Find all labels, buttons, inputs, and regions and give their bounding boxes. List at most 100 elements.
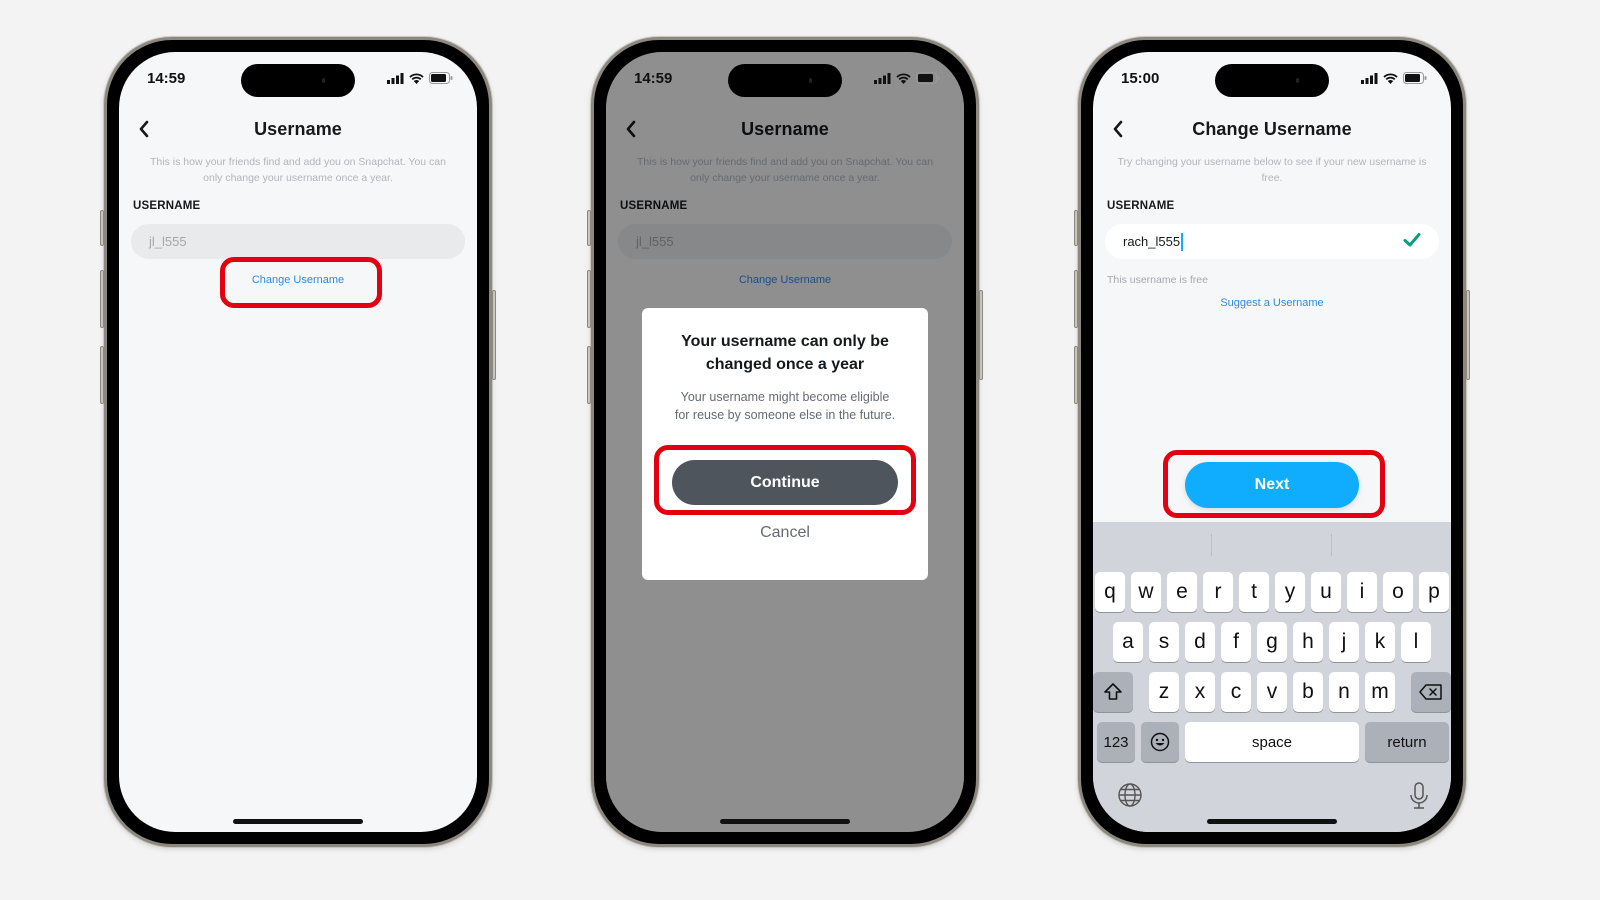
prediction-divider [1211, 534, 1212, 556]
action-button [587, 210, 591, 246]
battery-icon [429, 72, 453, 84]
page-title: Change Username [1192, 118, 1352, 139]
action-button [1074, 210, 1078, 246]
phone-3: 15:00 Change Username Try changing your … [1074, 37, 1470, 847]
key-j[interactable]: j [1329, 622, 1359, 662]
signal-icon [1361, 72, 1378, 84]
return-key[interactable]: return [1365, 722, 1449, 762]
key-f[interactable]: f [1221, 622, 1251, 662]
volume-up-button [100, 270, 104, 328]
dialog-title: Your username can only be changed once a… [681, 333, 889, 373]
key-c[interactable]: c [1221, 672, 1251, 712]
username-value: rach_l555 [1123, 234, 1181, 249]
key-l[interactable]: l [1401, 622, 1431, 662]
prediction-bar [1093, 522, 1451, 568]
page-title: Username [254, 118, 342, 139]
volume-down-button [1074, 346, 1078, 404]
key-u[interactable]: u [1311, 572, 1341, 612]
phone-1: 14:59 Username This is how your friends … [100, 37, 496, 847]
key-a[interactable]: a [1113, 622, 1143, 662]
username-label: USERNAME [133, 200, 201, 212]
key-g[interactable]: g [1257, 622, 1287, 662]
signal-icon [874, 72, 891, 84]
key-q[interactable]: q [1095, 572, 1125, 612]
space-key[interactable]: space [1185, 722, 1359, 762]
dynamic-island [1215, 64, 1329, 97]
username-field: jl_l555 [131, 224, 465, 259]
key-v[interactable]: v [1257, 672, 1287, 712]
globe-icon[interactable] [1117, 782, 1143, 810]
dynamic-island [728, 64, 842, 97]
action-button [100, 210, 104, 246]
power-button [492, 290, 496, 380]
home-indicator [1207, 819, 1337, 824]
back-button[interactable] [1105, 116, 1131, 142]
dialog-body: Your username might become eligible for … [674, 390, 896, 422]
key-h[interactable]: h [1293, 622, 1323, 662]
keyboard-row-2: asdfghjkl [1093, 622, 1451, 662]
text-cursor [1181, 232, 1184, 251]
keyboard-row-4: 123 space return [1093, 722, 1451, 762]
signal-icon [387, 72, 404, 84]
back-button[interactable] [131, 116, 157, 142]
screen-username: 14:59 Username This is how your friends … [119, 52, 477, 832]
key-o[interactable]: o [1383, 572, 1413, 612]
home-indicator [720, 819, 850, 824]
change-username-link[interactable]: Change Username [119, 274, 477, 286]
shift-icon [1104, 683, 1122, 700]
description-text: This is how your friends find and add yo… [150, 156, 446, 184]
status-time: 14:59 [634, 69, 673, 87]
key-s[interactable]: s [1149, 622, 1179, 662]
home-indicator [233, 819, 363, 824]
delete-key[interactable] [1411, 672, 1451, 712]
keyboard-row-1: qwertyuiop [1093, 572, 1451, 612]
volume-up-button [1074, 270, 1078, 328]
username-input[interactable]: rach_l555 [1105, 224, 1439, 259]
key-e[interactable]: e [1167, 572, 1197, 612]
cancel-button[interactable]: Cancel [642, 524, 928, 542]
key-r[interactable]: r [1203, 572, 1233, 612]
status-time: 14:59 [147, 69, 186, 87]
key-p[interactable]: p [1419, 572, 1449, 612]
status-time: 15:00 [1121, 69, 1160, 87]
key-w[interactable]: w [1131, 572, 1161, 612]
prediction-divider [1331, 534, 1332, 556]
key-y[interactable]: y [1275, 572, 1305, 612]
battery-icon [1403, 72, 1427, 84]
screen-change-username: 15:00 Change Username Try changing your … [1093, 52, 1451, 832]
key-d[interactable]: d [1185, 622, 1215, 662]
nav-bar: Username [119, 114, 477, 144]
keyboard: qwertyuiop asdfghjkl zxcvbnm 123 space r… [1093, 522, 1451, 832]
chevron-left-icon [1113, 120, 1123, 138]
letter-keys-row-3: zxcvbnm [1149, 672, 1395, 712]
key-x[interactable]: x [1185, 672, 1215, 712]
key-z[interactable]: z [1149, 672, 1179, 712]
continue-button[interactable]: Continue [672, 460, 898, 505]
microphone-icon[interactable] [1409, 782, 1429, 810]
emoji-key[interactable] [1141, 722, 1179, 762]
keyboard-row-3: zxcvbnm [1093, 672, 1451, 712]
shift-key[interactable] [1093, 672, 1133, 712]
wifi-icon [409, 73, 424, 84]
numbers-key[interactable]: 123 [1097, 722, 1135, 762]
description-text: Try changing your username below to see … [1117, 156, 1427, 184]
volume-down-button [587, 346, 591, 404]
key-b[interactable]: b [1293, 672, 1323, 712]
backspace-icon [1419, 684, 1442, 700]
volume-down-button [100, 346, 104, 404]
key-i[interactable]: i [1347, 572, 1377, 612]
power-button [1466, 290, 1470, 380]
key-k[interactable]: k [1365, 622, 1395, 662]
next-button[interactable]: Next [1185, 462, 1359, 508]
username-value: jl_l555 [149, 234, 187, 249]
power-button [979, 290, 983, 380]
key-m[interactable]: m [1365, 672, 1395, 712]
key-t[interactable]: t [1239, 572, 1269, 612]
emoji-icon [1150, 732, 1170, 752]
key-n[interactable]: n [1329, 672, 1359, 712]
wifi-icon [1383, 73, 1398, 84]
wifi-icon [896, 73, 911, 84]
suggest-username-link[interactable]: Suggest a Username [1093, 297, 1451, 309]
volume-up-button [587, 270, 591, 328]
chevron-left-icon [139, 120, 149, 138]
